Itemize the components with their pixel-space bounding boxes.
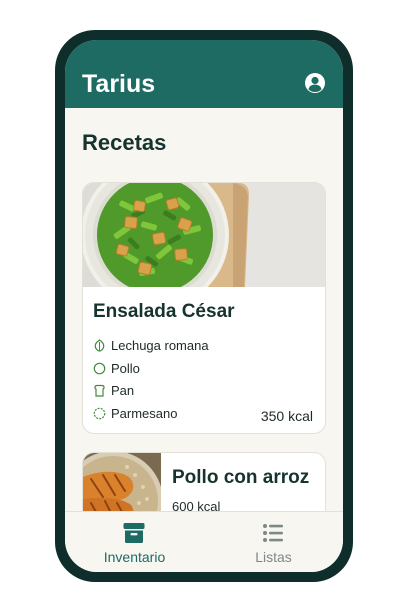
nav-label: Listas	[255, 549, 292, 565]
app-bar: Tarius	[65, 40, 343, 108]
ingredient-label: Pan	[111, 383, 135, 399]
archive-box-icon	[123, 523, 145, 543]
calorie-count: 600 kcal	[172, 499, 221, 511]
ingredient-label: Lechuga romana	[111, 338, 209, 353]
phone-frame: Tarius Recetas Ensalada César Lechuga ro…	[55, 30, 353, 582]
circle-icon	[93, 362, 106, 374]
list-icon	[263, 524, 283, 542]
list-item: Pan	[93, 382, 317, 405]
app-title: Tarius	[82, 70, 156, 98]
bread-icon	[94, 385, 105, 397]
list-item: Pollo	[93, 360, 317, 383]
recipes-content[interactable]: Recetas Ensalada César Lechuga romana Po…	[65, 108, 343, 511]
cheese-icon	[93, 407, 106, 420]
calorie-count: 350 kcal	[260, 408, 313, 424]
recipe-title: Ensalada César	[93, 301, 235, 322]
recipe-card[interactable]: Ensalada César Lechuga romana Pollo Pan …	[82, 182, 326, 434]
list-item: Lechuga romana	[93, 337, 317, 360]
bottom-nav: Inventario Listas	[65, 511, 343, 572]
nav-item-inventario[interactable]: Inventario	[65, 512, 204, 572]
section-title: Recetas	[82, 130, 167, 155]
nav-label: Inventario	[103, 549, 166, 565]
recipe-card[interactable]: Pollo con arroz 600 kcal	[82, 452, 326, 511]
salad-photo	[83, 183, 325, 287]
chicken-rice-photo	[83, 453, 161, 511]
nav-item-listas[interactable]: Listas	[204, 512, 343, 572]
recipe-title: Pollo con arroz	[172, 467, 310, 488]
app-screen: Tarius Recetas Ensalada César Lechuga ro…	[65, 40, 343, 572]
account-circle-icon[interactable]	[304, 72, 326, 94]
leaf-icon	[94, 339, 105, 352]
ingredient-label: Pollo	[111, 360, 140, 376]
ingredient-label: Parmesano	[111, 406, 178, 422]
